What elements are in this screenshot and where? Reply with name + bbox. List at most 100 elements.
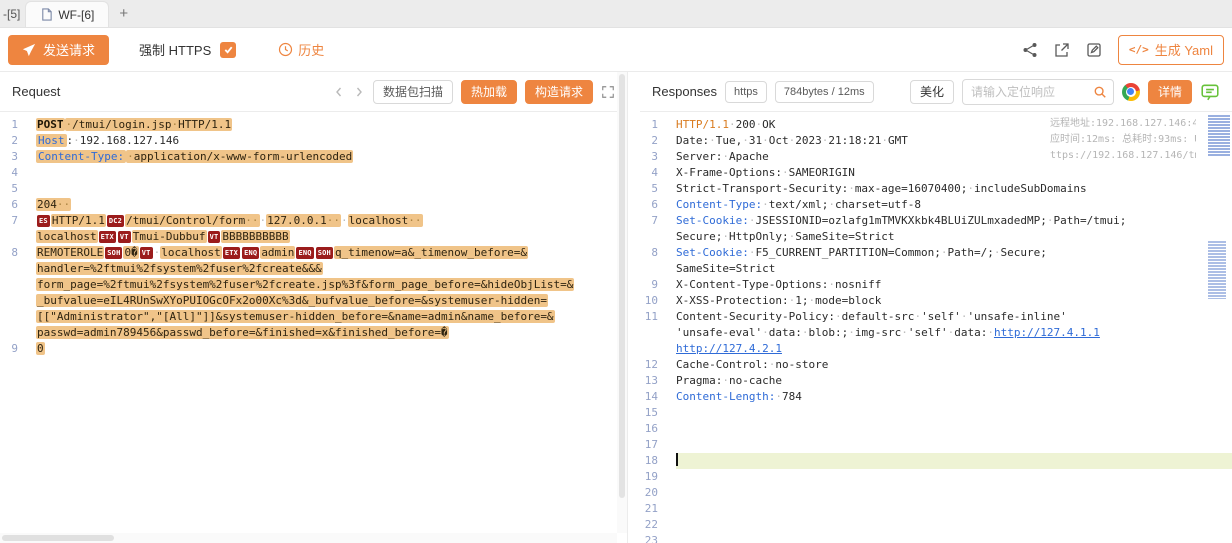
code-line[interactable]: 4X-Frame-Options:·SAMEORIGIN xyxy=(640,165,1232,181)
code-line[interactable]: _bufvalue=eIL4RUnSwXYoPUIOGcOFx2o00Xc%3d… xyxy=(0,293,627,309)
code-line[interactable]: passwd=admin789456&passwd_before=&finish… xyxy=(0,325,627,341)
code-line[interactable]: 6204·· xyxy=(0,197,627,213)
code-line[interactable]: 22 xyxy=(640,517,1232,533)
code-content: X-XSS-Protection:·1;·mode=block xyxy=(676,293,1232,309)
code-line[interactable]: 4 xyxy=(0,165,627,181)
tab-active[interactable]: WF-[6] xyxy=(25,1,109,27)
code-line[interactable]: handler=%2ftmui%2fsystem%2fuser%2fcreate… xyxy=(0,261,627,277)
feedback-chat-icon[interactable] xyxy=(1200,82,1220,102)
code-content xyxy=(36,165,627,181)
line-number: 9 xyxy=(0,341,36,357)
line-number: 8 xyxy=(0,245,36,261)
code-token: Set-Cookie: xyxy=(676,214,749,227)
code-line[interactable]: 16 xyxy=(640,421,1232,437)
construct-request-button[interactable]: 构造请求 xyxy=(525,80,593,104)
code-line[interactable]: [["Administrator","[All]"]]&systemuser-h… xyxy=(0,309,627,325)
line-number: 6 xyxy=(640,197,676,213)
chrome-icon[interactable] xyxy=(1122,83,1140,101)
code-content xyxy=(36,181,627,197)
share-icon[interactable] xyxy=(1022,42,1038,58)
code-line[interactable]: 17 xyxy=(640,437,1232,453)
code-line[interactable]: 8REMOTEROLESOH0�VT·localhostETXENQadminE… xyxy=(0,245,627,261)
code-content: Pragma:·no-cache xyxy=(676,373,1232,389)
code-token: Set-Cookie: xyxy=(676,246,749,259)
code-line[interactable]: form_page=%2ftmui%2fsystem%2fuser%2fcrea… xyxy=(0,277,627,293)
line-number: 10 xyxy=(640,293,676,309)
code-line[interactable]: 12Cache-Control:·no-store xyxy=(640,357,1232,373)
code-line[interactable]: 90 xyxy=(0,341,627,357)
annotation-line: 远程地址:192.168.127.146:443: 响 xyxy=(1050,116,1196,132)
code-line[interactable]: 8Set-Cookie:·F5_CURRENT_PARTITION=Common… xyxy=(640,245,1232,261)
detail-button[interactable]: 详情 xyxy=(1148,80,1192,104)
request-editor[interactable]: 1POST·/tmui/login.jsp·HTTP/1.12Host:·192… xyxy=(0,112,627,543)
code-line[interactable]: 9X-Content-Type-Options:·nosniff xyxy=(640,277,1232,293)
code-line[interactable]: 5Strict-Transport-Security:·max-age=1607… xyxy=(640,181,1232,197)
code-line[interactable]: 21 xyxy=(640,501,1232,517)
control-char: SOH xyxy=(105,247,122,259)
code-token: passwd=admin789456&passwd_before=&finish… xyxy=(36,326,449,339)
code-line[interactable]: 13Pragma:·no-cache xyxy=(640,373,1232,389)
code-line[interactable]: SameSite=Strict xyxy=(640,261,1232,277)
code-line[interactable]: localhostETXVTTmui-DubbufVTBBBBBBBBBB xyxy=(0,229,627,245)
code-line[interactable]: 15 xyxy=(640,405,1232,421)
beautify-button[interactable]: 美化 xyxy=(910,80,954,104)
code-line[interactable]: 23 xyxy=(640,533,1232,543)
panel-divider[interactable] xyxy=(628,72,640,543)
code-content: 'unsafe-eval'·data:·blob:;·img-src·'self… xyxy=(676,325,1232,341)
line-number: 23 xyxy=(640,533,676,543)
chevron-right-icon[interactable] xyxy=(353,86,365,98)
code-line[interactable]: Secure;·HttpOnly;·SameSite=Strict xyxy=(640,229,1232,245)
code-content: http://127.4.2.1 xyxy=(676,341,1232,357)
code-content xyxy=(676,485,1232,501)
line-number: 18 xyxy=(640,453,676,469)
annotation-line: ttps://192.168.127.146/tmui/l... xyxy=(1050,148,1196,164)
code-line[interactable]: 7Set-Cookie:·JSESSIONID=ozlafg1mTMVKXkbk… xyxy=(640,213,1232,229)
code-line[interactable]: 19 xyxy=(640,469,1232,485)
code-line[interactable]: 5 xyxy=(0,181,627,197)
control-char: ENQ xyxy=(242,247,259,259)
code-line[interactable]: 1POST·/tmui/login.jsp·HTTP/1.1 xyxy=(0,117,627,133)
request-vertical-scrollbar[interactable] xyxy=(617,72,627,533)
chevron-left-icon[interactable] xyxy=(333,86,345,98)
code-line[interactable]: 2Host:·192.168.127.146 xyxy=(0,133,627,149)
packet-scan-button[interactable]: 数据包扫描 xyxy=(373,80,453,104)
code-line[interactable]: 10X-XSS-Protection:·1;·mode=block xyxy=(640,293,1232,309)
generate-yaml-button[interactable]: </> 生成 Yaml xyxy=(1118,35,1224,65)
annotation-line: 应时间:12ms: 总耗时:93ms: URL:h xyxy=(1050,132,1196,148)
history-button[interactable]: 历史 xyxy=(278,40,324,59)
code-token: ·/tmui/login.jsp·HTTP/1.1 xyxy=(65,118,233,131)
search-icon[interactable] xyxy=(1093,85,1107,99)
control-char: ES xyxy=(37,215,50,227)
code-content: REMOTEROLESOH0�VT·localhostETXENQadminEN… xyxy=(36,245,627,261)
minimap[interactable] xyxy=(1208,115,1230,543)
code-content: Host:·192.168.127.146 xyxy=(36,133,627,149)
force-https-checkbox[interactable] xyxy=(220,42,236,58)
code-line[interactable]: 6Content-Type:·text/xml;·charset=utf-8 xyxy=(640,197,1232,213)
hot-reload-button[interactable]: 热加载 xyxy=(461,80,517,104)
code-line[interactable]: 3Content-Type:·application/x-www-form-ur… xyxy=(0,149,627,165)
code-content: ESHTTP/1.1DC2/tmui/Control/form···127.0.… xyxy=(36,213,627,229)
fullscreen-icon[interactable] xyxy=(601,85,615,99)
locate-response-input[interactable] xyxy=(971,85,1089,99)
code-line[interactable]: 7ESHTTP/1.1DC2/tmui/Control/form···127.0… xyxy=(0,213,627,229)
code-line[interactable]: 14Content-Length:·784 xyxy=(640,389,1232,405)
code-line[interactable]: 'unsafe-eval'·data:·blob:;·img-src·'self… xyxy=(640,325,1232,341)
code-line[interactable]: 18 xyxy=(640,453,1232,469)
edit-icon[interactable] xyxy=(1086,42,1102,58)
add-tab-button[interactable]: + xyxy=(109,5,138,27)
tab-bar: -[5] WF-[6] + xyxy=(0,0,1232,28)
code-content xyxy=(676,437,1232,453)
request-horizontal-scrollbar[interactable] xyxy=(0,533,617,543)
export-icon[interactable] xyxy=(1054,42,1070,58)
code-token: handler=%2ftmui%2fsystem%2fuser%2fcreate… xyxy=(36,262,323,275)
send-request-button[interactable]: 发送请求 xyxy=(8,35,109,65)
code-line[interactable]: http://127.4.2.1 xyxy=(640,341,1232,357)
tab-previous[interactable]: -[5] xyxy=(0,7,25,27)
line-number: 11 xyxy=(640,309,676,325)
code-token: ·application/x-www-form-urlencoded xyxy=(126,150,353,163)
code-line[interactable]: 11Content-Security-Policy:·default-src·'… xyxy=(640,309,1232,325)
response-editor[interactable]: 远程地址:192.168.127.146:443: 响 应时间:12ms: 总耗… xyxy=(640,112,1232,543)
generate-yaml-label: 生成 Yaml xyxy=(1155,40,1213,59)
code-line[interactable]: 20 xyxy=(640,485,1232,501)
code-content xyxy=(676,469,1232,485)
